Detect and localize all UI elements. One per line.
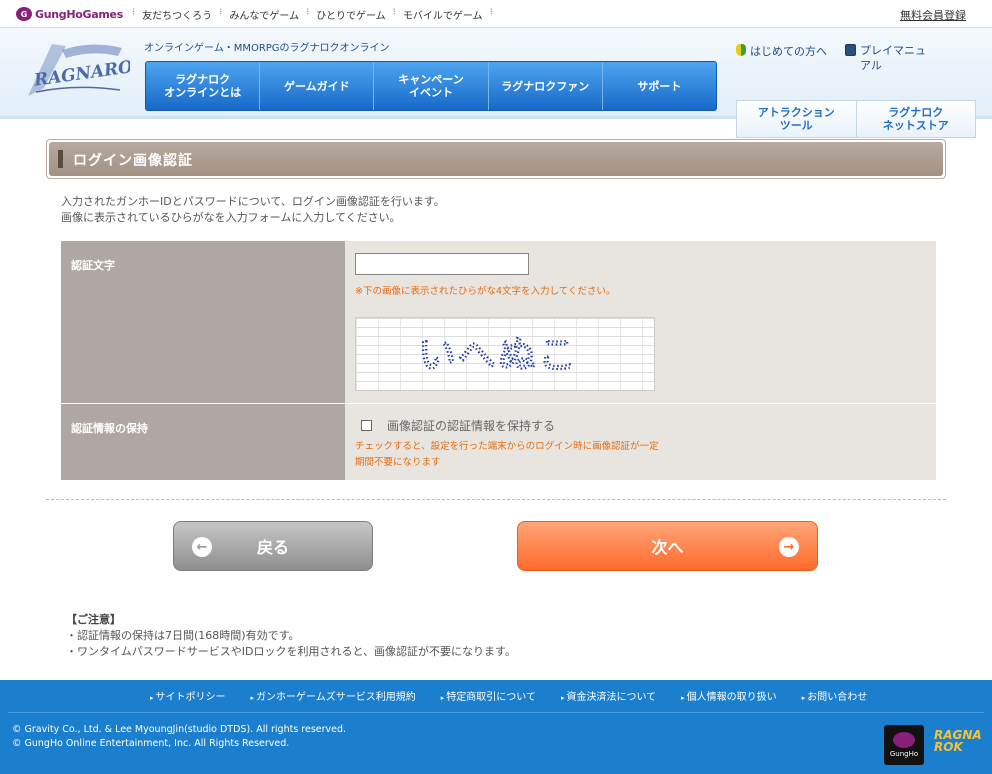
nav-about[interactable]: ラグナロク オンラインとは [146,62,261,110]
page-title-bar-inner: ログイン画像認証 [49,142,943,176]
nav-game-guide[interactable]: ゲームガイド [260,62,375,110]
separator: ⁝ [132,7,136,18]
global-nav: ラグナロク オンラインとは ゲームガイド キャンペーン イベント ラグナロクファ… [145,61,717,111]
captcha-image: いへぬこ [355,317,655,391]
footer-links: サイトポリシー ガンホーゲームズサービス利用規約 特定商取引について 資金決済法… [150,688,868,703]
sub-buttons: アトラクション ツール ラグナロク ネットストア [736,100,976,138]
code-hint: ※下の画像に表示されたひらがな4文字を入力してください。 [355,286,616,297]
back-button[interactable]: ← 戻る [173,521,373,571]
nav-fan-label: ラグナロクファン [501,79,590,93]
captcha-text-svg: いへぬこ [417,332,578,378]
copyright-line-1: © Gravity Co., Ltd. & Lee MyoungJin(stud… [12,724,347,735]
nav-fan[interactable]: ラグナロクファン [489,62,603,110]
footer-link-terms[interactable]: ガンホーゲームズサービス利用規約 [251,688,416,703]
footer: サイトポリシー ガンホーゲームズサービス利用規約 特定商取引について 資金決済法… [0,680,992,774]
notice-line-2: ・ワンタイムパスワードサービスやIDロックを利用されると、画像認証が不要になりま… [66,645,516,658]
auth-form: 認証文字 ※下の画像に表示されたひらがな4文字を入力してください。 いへぬこ 認… [61,241,936,480]
gungho-logo-text: GungHoGames [35,7,123,21]
net-store-button[interactable]: ラグナロク ネットストア [856,101,975,137]
ragnarok-footer-logo[interactable]: RAGNA ROK [934,729,992,753]
next-button[interactable]: 次へ → [517,521,818,571]
arrow-right-circle-icon: → [779,537,799,557]
title-marker [58,150,63,168]
nav-campaign-label: キャンペーン イベント [398,73,464,99]
attraction-tool-button[interactable]: アトラクション ツール [737,101,857,137]
separator: ⁝ [306,7,310,18]
top-nav: ⁝ 友だちつくろう ⁝ みんなでゲーム ⁝ ひとりでゲーム ⁝ モバイルでゲーム… [127,7,498,22]
code-label: 認証文字 [61,241,345,403]
beginner-leaf-icon [736,44,746,56]
ragnarok-logo[interactable]: RAGNAROK [22,36,130,102]
manual-link[interactable]: プレイマニュ アル [845,43,926,73]
site-header: RAGNAROK オンラインゲーム・MMORPGのラグナロクオンライン ラグナロ… [0,28,992,138]
footer-divider [8,712,984,713]
copyright: © Gravity Co., Ltd. & Lee MyoungJin(stud… [12,723,346,751]
code-cell: ※下の画像に表示されたひらがな4文字を入力してください。 いへぬこ [345,241,936,403]
intro-line-1: 入力されたガンホーIDとパスワードについて、ログイン画像認証を行います。 [61,195,445,208]
top-nav-link-solo[interactable]: ひとりでゲーム [314,7,387,22]
site-tagline: オンラインゲーム・MMORPGのラグナロクオンライン [144,43,390,54]
separator: ⁝ [489,7,493,18]
keep-note-line-2: 期間不要になります [355,457,441,468]
gungho-games-logo[interactable]: G GungHoGames [16,6,123,22]
footer-link-contact[interactable]: お問い合わせ [802,688,867,703]
top-bar: G GungHoGames ⁝ 友だちつくろう ⁝ みんなでゲーム ⁝ ひとりで… [0,0,992,28]
notice-title: 【ご注意】 [66,613,121,626]
gungho-logo-icon: G [16,7,32,21]
beginner-link[interactable]: はじめての方へ [736,43,827,73]
next-button-label: 次へ [651,538,684,557]
keep-note-line-1: チェックすると、設定を行った端末からのログイン時に画像認証が一定 [355,441,659,452]
gungho-footer-logo-text: GungHo [889,750,919,758]
intro-text: 入力されたガンホーIDとパスワードについて、ログイン画像認証を行います。 画像に… [61,194,445,226]
page-title: ログイン画像認証 [73,153,193,169]
top-nav-link-mobile[interactable]: モバイルでゲーム [401,7,485,22]
notice-block: 【ご注意】 ・認証情報の保持は7日間(168時間)有効です。 ・ワンタイムパスワ… [66,612,516,660]
nav-support-label: サポート [637,79,682,93]
nav-game-guide-label: ゲームガイド [283,79,350,93]
page-title-bar: ログイン画像認証 [46,139,946,179]
keep-cell: 画像認証の認証情報を保持する チェックすると、設定を行った端末からのログイン時に… [345,404,936,480]
keep-row: 認証情報の保持 画像認証の認証情報を保持する チェックすると、設定を行った端末か… [61,404,936,480]
footer-link-privacy[interactable]: 個人情報の取り扱い [681,688,777,703]
keep-auth-checkbox-label[interactable]: 画像認証の認証情報を保持する [387,417,555,434]
top-nav-link-everyone[interactable]: みんなでゲーム [227,7,301,22]
intro-line-2: 画像に表示されているひらがなを入力フォームに入力してください。 [61,211,401,224]
gungho-footer-logo-icon [893,732,915,748]
nav-about-label: ラグナロク オンラインとは [164,73,242,99]
auth-code-input[interactable] [355,253,529,275]
top-nav-link-friends[interactable]: 友だちつくろう [140,7,214,22]
keep-label: 認証情報の保持 [61,404,345,480]
copyright-line-2: © GungHo Online Entertainment, Inc. All … [12,738,290,749]
footer-link-payment[interactable]: 資金決済法について [561,688,656,703]
separator: ⁝ [392,7,396,18]
nav-support[interactable]: サポート [603,62,716,110]
book-icon [845,44,856,56]
keep-note: チェックすると、設定を行った端末からのログイン時に画像認証が一定 期間不要になり… [355,439,659,471]
captcha-text: いへぬこ [418,333,578,377]
attraction-tool-label: アトラクション ツール [757,106,835,132]
beginner-link-label: はじめての方へ [750,45,827,58]
side-links: はじめての方へ プレイマニュ アル [736,43,926,73]
code-row: 認証文字 ※下の画像に表示されたひらがな4文字を入力してください。 いへぬこ [61,241,936,403]
gungho-footer-logo[interactable]: GungHo [884,725,924,765]
net-store-label: ラグナロク ネットストア [882,106,949,132]
separator: ⁝ [219,7,223,18]
back-button-label: 戻る [256,538,289,557]
register-link[interactable]: 無料会員登録 [900,7,966,23]
footer-link-commerce[interactable]: 特定商取引について [441,688,536,703]
arrow-left-circle-icon: ← [192,537,212,557]
nav-campaign[interactable]: キャンペーン イベント [374,62,489,110]
divider [46,499,946,500]
footer-link-site-policy[interactable]: サイトポリシー [150,688,226,703]
keep-auth-checkbox[interactable] [361,420,372,431]
manual-link-label: プレイマニュ アル [860,44,926,72]
notice-line-1: ・認証情報の保持は7日間(168時間)有効です。 [66,629,300,642]
